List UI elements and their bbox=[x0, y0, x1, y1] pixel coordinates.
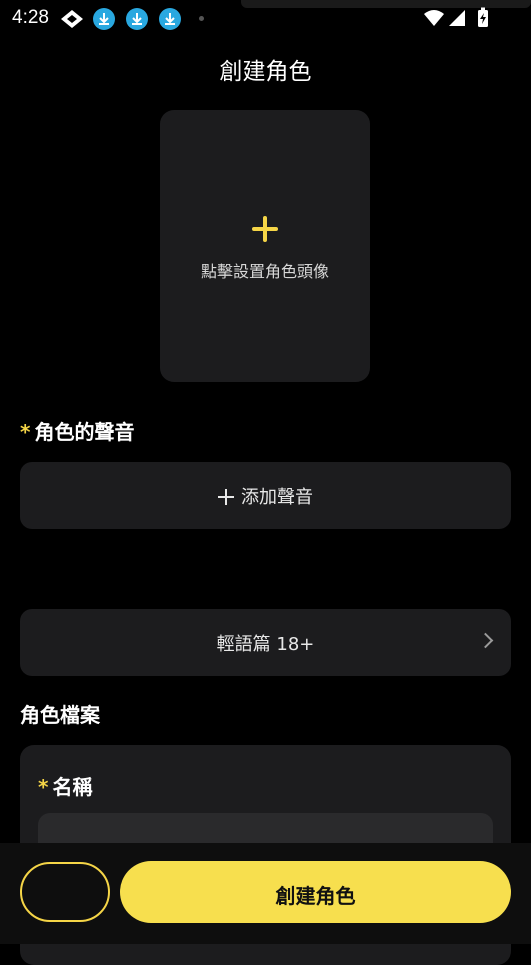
wifi-icon bbox=[424, 10, 444, 26]
add-voice-row: 添加聲音 bbox=[20, 483, 511, 509]
status-time: 4:28 bbox=[12, 7, 49, 28]
plus-icon bbox=[218, 489, 234, 505]
add-voice-label: 添加聲音 bbox=[241, 487, 313, 508]
voice-title-text: 角色的聲音 bbox=[34, 420, 135, 444]
status-bar: 4:28 bbox=[0, 0, 531, 36]
mode-label: 輕語篇 18+ bbox=[216, 634, 315, 655]
secondary-button[interactable] bbox=[20, 862, 110, 922]
download-icon bbox=[126, 8, 148, 30]
signal-icon bbox=[449, 10, 465, 26]
download-icon bbox=[93, 8, 115, 30]
diamond-icon bbox=[61, 10, 83, 28]
page-title: 創建角色 bbox=[219, 59, 312, 85]
battery-charging-icon bbox=[478, 7, 488, 27]
voice-section-title: * 角色的聲音 bbox=[20, 416, 134, 445]
plus-icon bbox=[250, 214, 280, 244]
required-mark: * bbox=[38, 775, 49, 799]
notification-dot bbox=[199, 16, 204, 21]
download-icon bbox=[159, 8, 181, 30]
profile-section-title: 角色檔案 bbox=[20, 703, 100, 727]
name-label-text: 名稱 bbox=[52, 775, 93, 799]
avatar-upload-card[interactable]: 點擊設置角色頭像 bbox=[160, 110, 370, 382]
name-field-label: * 名稱 bbox=[38, 771, 92, 800]
mode-selector[interactable]: 輕語篇 18+ bbox=[20, 609, 511, 676]
avatar-upload-label: 點擊設置角色頭像 bbox=[200, 262, 329, 281]
required-mark: * bbox=[20, 420, 31, 444]
add-voice-button[interactable]: 添加聲音 bbox=[20, 462, 511, 529]
create-character-button[interactable]: 創建角色 bbox=[120, 861, 511, 923]
create-character-label: 創建角色 bbox=[275, 884, 356, 908]
